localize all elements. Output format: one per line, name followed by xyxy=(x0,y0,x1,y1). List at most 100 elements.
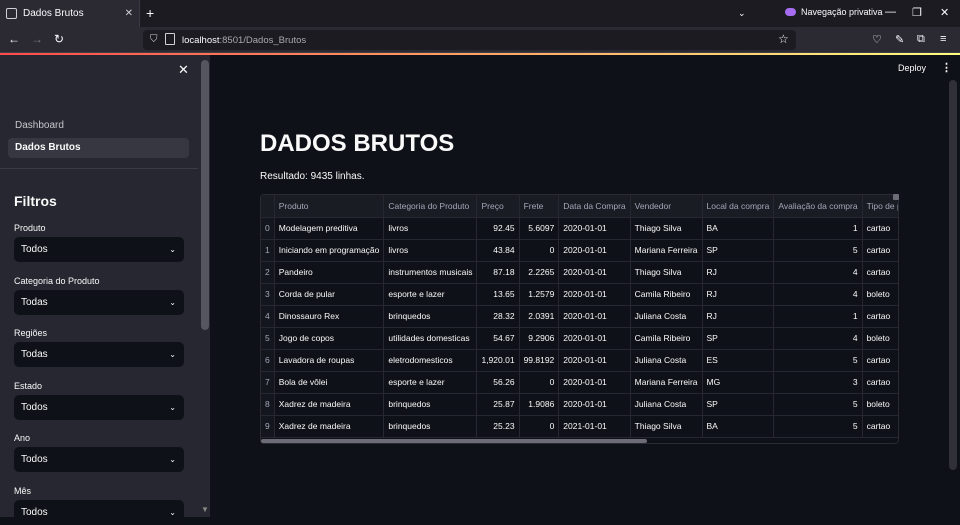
table-cell[interactable]: 56.26 xyxy=(476,371,520,394)
filter-select-estado[interactable]: Todos ⌄ xyxy=(14,395,184,420)
table-cell[interactable]: RJ xyxy=(702,305,775,328)
table-cell[interactable]: Modelagem preditiva xyxy=(274,217,385,240)
table-cell[interactable]: cartao xyxy=(862,349,898,372)
close-sidebar-icon[interactable]: ✕ xyxy=(178,62,189,78)
table-row[interactable]: 5 Jogo de copos utilidades domesticas 54.67… xyxy=(261,327,898,350)
table-cell[interactable]: 1 xyxy=(773,305,863,328)
table-cell[interactable]: Xadrez de madeira xyxy=(274,415,385,438)
table-cell[interactable]: Jogo de copos xyxy=(274,327,385,350)
table-cell[interactable]: cartao xyxy=(862,217,898,240)
app-menu-icon[interactable]: ≡ xyxy=(940,33,946,45)
table-row[interactable]: 0 Modelagem preditiva livros 92.45 5.6097 202… xyxy=(261,217,898,240)
url-text[interactable]: localhost:8501/Dados_Brutos xyxy=(182,35,306,46)
table-row[interactable]: 3 Corda de pular esporte e lazer 13.65 1.257… xyxy=(261,283,898,306)
table-horizontal-scrollbar[interactable] xyxy=(261,439,647,443)
sidebar-scrollbar-thumb[interactable] xyxy=(201,60,209,330)
bookmark-star-icon[interactable]: ☆ xyxy=(778,32,789,46)
table-cell[interactable]: 25.87 xyxy=(476,393,520,416)
table-row[interactable]: 7 Bola de vôlei esporte e lazer 56.26 0 2020-… xyxy=(261,371,898,394)
table-cell[interactable]: Lavadora de roupas xyxy=(274,349,385,372)
deploy-button[interactable]: Deploy xyxy=(898,63,926,73)
table-cell[interactable]: eletrodomesticos xyxy=(383,349,478,372)
column-header[interactable]: Produto xyxy=(274,195,385,218)
table-cell[interactable]: 5 xyxy=(773,415,863,438)
column-header[interactable]: Local da compra xyxy=(702,195,775,218)
table-cell[interactable]: 2021-01-01 xyxy=(558,415,631,438)
minimize-icon[interactable]: — xyxy=(885,6,896,18)
table-row[interactable]: 1 Iniciando em programação livros 43.84 0 202… xyxy=(261,239,898,262)
page-info-icon[interactable] xyxy=(165,33,175,45)
table-cell[interactable]: ES xyxy=(702,349,775,372)
table-cell[interactable]: 54.67 xyxy=(476,327,520,350)
table-cell[interactable]: Corda de pular xyxy=(274,283,385,306)
table-cell[interactable]: boleto xyxy=(862,283,898,306)
table-cell[interactable]: utilidades domesticas xyxy=(383,327,478,350)
table-cell[interactable]: cartao xyxy=(862,261,898,284)
table-cell[interactable]: 13.65 xyxy=(476,283,520,306)
table-cell[interactable]: instrumentos musicais xyxy=(383,261,478,284)
table-cell[interactable]: livros xyxy=(383,217,478,240)
table-cell[interactable]: brinquedos xyxy=(383,415,478,438)
table-cell[interactable]: boleto xyxy=(862,393,898,416)
column-header[interactable]: Avaliação da compra xyxy=(773,195,863,218)
table-cell[interactable]: 1.9086 xyxy=(519,393,560,416)
table-row[interactable]: 6 Lavadora de roupas eletrodomesticos 1,920… xyxy=(261,349,898,372)
column-header[interactable]: Data da Compra xyxy=(558,195,631,218)
table-cell[interactable]: 2.2265 xyxy=(519,261,560,284)
tools-icon[interactable]: ✎ xyxy=(895,33,904,46)
close-window-icon[interactable]: ✕ xyxy=(940,6,949,19)
column-header[interactable]: Frete xyxy=(519,195,560,218)
table-cell[interactable]: esporte e lazer xyxy=(383,283,478,306)
scroll-down-icon[interactable]: ▼ xyxy=(201,505,209,514)
table-cell[interactable]: 2020-01-01 xyxy=(558,239,631,262)
chevron-down-icon[interactable]: ⌄ xyxy=(738,8,746,19)
table-cell[interactable]: boleto xyxy=(862,327,898,350)
table-cell[interactable]: RJ xyxy=(702,283,775,306)
filter-select-regioes[interactable]: Todas ⌄ xyxy=(14,342,184,367)
table-cell[interactable]: 5.6097 xyxy=(519,217,560,240)
table-cell[interactable]: SP xyxy=(702,239,775,262)
table-cell[interactable]: 2020-01-01 xyxy=(558,327,631,350)
browser-tab[interactable]: Dados Brutos ✕ xyxy=(0,0,140,27)
table-cell[interactable]: Juliana Costa xyxy=(630,393,703,416)
column-header[interactable]: Categoria do Produto xyxy=(383,195,478,218)
table-cell[interactable]: SP xyxy=(702,393,775,416)
table-cell[interactable]: brinquedos xyxy=(383,393,478,416)
table-cell[interactable]: 2020-01-01 xyxy=(558,393,631,416)
table-cell[interactable]: 0 xyxy=(519,415,560,438)
page-scrollbar[interactable] xyxy=(949,80,957,470)
reload-icon[interactable]: ↻ xyxy=(54,32,64,46)
table-cell[interactable]: Dinossauro Rex xyxy=(274,305,385,328)
filter-select-ano[interactable]: Todos ⌄ xyxy=(14,447,184,472)
table-cell[interactable]: livros xyxy=(383,239,478,262)
filter-select-mes[interactable]: Todos ⌄ xyxy=(14,500,184,525)
new-tab-icon[interactable]: + xyxy=(146,6,154,20)
restore-icon[interactable]: ❐ xyxy=(912,6,922,19)
table-cell[interactable]: cartao xyxy=(862,415,898,438)
table-cell[interactable]: 5 xyxy=(773,349,863,372)
table-cell[interactable]: 3 xyxy=(773,371,863,394)
main-menu-icon[interactable]: ⋮ xyxy=(941,61,952,74)
table-cell[interactable]: 2020-01-01 xyxy=(558,349,631,372)
table-row[interactable]: 4 Dinossauro Rex brinquedos 28.32 2.0391 2020… xyxy=(261,305,898,328)
column-header[interactable] xyxy=(261,195,275,218)
table-cell[interactable]: Thiago Silva xyxy=(630,217,703,240)
table-cell[interactable]: 9.2906 xyxy=(519,327,560,350)
back-icon[interactable]: ← xyxy=(8,32,20,46)
filter-select-categoria[interactable]: Todas ⌄ xyxy=(14,290,184,315)
table-cell[interactable]: Mariana Ferreira xyxy=(630,371,703,394)
table-cell[interactable]: Pandeiro xyxy=(274,261,385,284)
table-row[interactable]: 9 Xadrez de madeira brinquedos 25.23 0 2021-0… xyxy=(261,415,898,438)
table-row[interactable]: 8 Xadrez de madeira brinquedos 25.87 1.9086 2… xyxy=(261,393,898,416)
table-cell[interactable]: Mariana Ferreira xyxy=(630,239,703,262)
table-cell[interactable]: 5 xyxy=(773,239,863,262)
table-cell[interactable]: 4 xyxy=(773,327,863,350)
pocket-icon[interactable]: ♡ xyxy=(872,33,882,46)
extensions-icon[interactable]: ⧉ xyxy=(917,33,925,46)
column-header[interactable]: Preço xyxy=(476,195,520,218)
table-cell[interactable]: 1 xyxy=(773,217,863,240)
table-cell[interactable]: 43.84 xyxy=(476,239,520,262)
table-cell[interactable]: Camila Ribeiro xyxy=(630,283,703,306)
table-cell[interactable]: 2020-01-01 xyxy=(558,261,631,284)
table-cell[interactable]: 28.32 xyxy=(476,305,520,328)
